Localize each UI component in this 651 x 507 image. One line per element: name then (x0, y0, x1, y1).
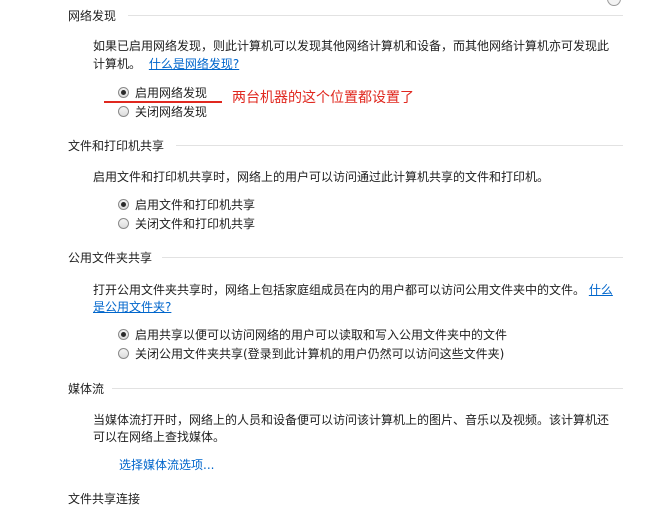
network-discovery-title: 网络发现 (68, 9, 117, 23)
scroll-indicator-icon (607, 0, 621, 6)
file-printer-sharing-on-label: 启用文件和打印机共享 (135, 197, 256, 212)
network-discovery-description-line2: 计算机。 (93, 57, 142, 71)
file-printer-sharing-on-option[interactable]: 启用文件和打印机共享 (118, 195, 255, 213)
network-discovery-off-option[interactable]: 关闭网络发现 (118, 102, 207, 120)
network-discovery-on-label: 启用网络发现 (135, 85, 208, 100)
radio-unchecked-icon[interactable] (118, 105, 129, 117)
file-sharing-connections-title: 文件共享连接 (68, 492, 141, 506)
radio-unchecked-icon[interactable] (118, 217, 129, 229)
radio-checked-icon[interactable] (118, 86, 129, 98)
media-streaming-description-line2: 可以在网络上查找媒体。 (93, 430, 226, 444)
choose-media-streaming-options-link[interactable]: 选择媒体流选项... (119, 456, 214, 473)
network-discovery-on-option[interactable]: 启用网络发现 (118, 83, 207, 101)
radio-checked-icon[interactable] (118, 328, 129, 340)
file-printer-sharing-title: 文件和打印机共享 (68, 139, 165, 153)
public-folder-sharing-off-label: 关闭公用文件夹共享(登录到此计算机的用户仍然可以访问这些文件夹) (135, 346, 505, 361)
red-annotation-text: 两台机器的这个位置都设置了 (232, 90, 414, 106)
public-folder-sharing-on-label: 启用共享以便可以访问网络的用户可以读取和写入公用文件夹中的文件 (135, 327, 508, 342)
public-folder-sharing-title: 公用文件夹共享 (68, 251, 153, 265)
network-discovery-off-label: 关闭网络发现 (135, 104, 208, 119)
file-printer-sharing-off-option[interactable]: 关闭文件和打印机共享 (118, 214, 255, 232)
public-folder-sharing-description-2: 是公用文件夹? (93, 297, 171, 317)
section-divider (176, 145, 623, 146)
section-divider (128, 15, 623, 16)
what-is-public-folder-link-part2[interactable]: 是公用文件夹? (93, 300, 171, 314)
radio-unchecked-icon[interactable] (118, 347, 129, 359)
what-is-network-discovery-link[interactable]: 什么是网络发现? (149, 57, 239, 71)
public-folder-sharing-description-line1: 打开公用文件夹共享时，网络上包括家庭组成员在内的用户都可以访问公用文件夹中的文件… (93, 283, 586, 297)
what-is-public-folder-link-part1[interactable]: 什么 (589, 283, 613, 297)
radio-checked-icon[interactable] (118, 198, 129, 210)
file-printer-sharing-off-label: 关闭文件和打印机共享 (135, 216, 256, 231)
media-streaming-title: 媒体流 (68, 382, 105, 396)
network-discovery-description: 如果已启用网络发现，则此计算机可以发现其他网络计算机和设备，而其他网络计算机亦可… (93, 36, 609, 56)
network-discovery-description-line1: 如果已启用网络发现，则此计算机可以发现其他网络计算机和设备，而其他网络计算机亦可… (93, 39, 610, 53)
section-divider (112, 388, 623, 389)
section-divider (162, 257, 623, 258)
network-discovery-description-2: 计算机。 什么是网络发现? (93, 54, 239, 74)
file-printer-sharing-description: 启用文件和打印机共享时，网络上的用户可以访问通过此计算机共享的文件和打印机。 (93, 170, 550, 184)
public-folder-sharing-off-option[interactable]: 关闭公用文件夹共享(登录到此计算机的用户仍然可以访问这些文件夹) (118, 344, 504, 362)
public-folder-sharing-on-option[interactable]: 启用共享以便可以访问网络的用户可以读取和写入公用文件夹中的文件 (118, 325, 507, 343)
